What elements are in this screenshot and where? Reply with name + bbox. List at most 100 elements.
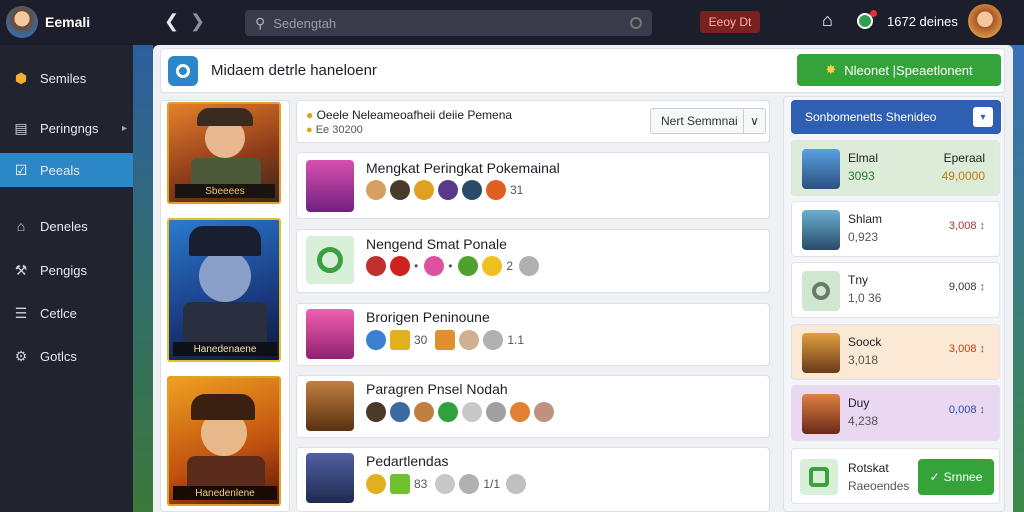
player-value: 0,008 ↕ — [948, 404, 986, 416]
item-icon — [414, 402, 434, 422]
sidebar-item-label: Pengigs — [40, 262, 87, 278]
character-icon — [366, 330, 386, 350]
gem-icon — [424, 256, 445, 276]
player-value: 9,008 ↕ — [948, 281, 985, 293]
item-icon — [459, 330, 480, 350]
chevron-right-icon: ▸ — [121, 122, 127, 134]
bow-icon — [510, 402, 530, 422]
player-sub: 1,0 36 — [848, 291, 882, 305]
home-icon[interactable]: ⌂ — [822, 10, 833, 31]
clock-icon — [506, 474, 527, 494]
primary-action-button[interactable]: ✸ Nleonet |Speaetlonent — [797, 54, 1001, 86]
poster-card[interactable]: Hanedenlene — [167, 376, 281, 506]
poster-card[interactable]: Hanedenaene — [167, 218, 281, 362]
arrow-icon: ↕ — [979, 343, 986, 355]
sidebar-item-peringngs[interactable]: ▤ Peringngs ▸ — [0, 111, 133, 145]
profile-avatar[interactable] — [968, 4, 1002, 38]
primary-action-label: Nleonet |Speaetlonent — [844, 62, 973, 78]
cross-icon — [390, 402, 410, 422]
status-badge[interactable]: Eeoy Dt — [700, 11, 760, 33]
chevron-down-icon: ▾ — [973, 107, 993, 127]
search-icon: ⚲ — [255, 14, 266, 31]
sort-select[interactable]: Nert Semmnai ∨ — [650, 108, 766, 134]
forward-arrow-icon[interactable]: ❯ — [190, 11, 205, 32]
filter-title: ● Oeele Neleameoafheii deiie Pemena — [306, 108, 512, 122]
confirm-button[interactable]: ✓ Srnnee — [918, 459, 994, 495]
check-icon: ☑ — [14, 161, 28, 178]
row-title: Mengkat Peringkat Pokemainal — [366, 160, 560, 176]
coin-icon: ⬢ — [14, 69, 28, 86]
cross-icon — [486, 180, 506, 200]
sort-select-value: Nert Semmnai — [661, 114, 738, 128]
sidebar-item-cetlce[interactable]: ☰ Cetlce — [0, 296, 133, 330]
player-avatar — [802, 394, 840, 434]
player-avatar — [802, 333, 840, 373]
row-thumbnail — [306, 309, 354, 359]
clear-icon[interactable] — [630, 17, 642, 29]
action-card: Rotskat Raeoendes ✓ Srnnee — [791, 448, 1000, 504]
background-art — [133, 45, 153, 512]
heart-icon — [390, 256, 410, 276]
confirm-button-label: Srnnee — [943, 470, 983, 484]
item-icon — [435, 474, 456, 494]
row-icons — [366, 402, 558, 422]
leaderboard-card[interactable]: Soock 3,018 3,008 ↕ — [791, 324, 1000, 380]
flower-icon — [486, 402, 506, 422]
action-card-sub: Raeoendes — [848, 479, 910, 493]
leaderboard-card[interactable]: Elmal 3093 Eperaal 49,0000 — [791, 140, 1000, 196]
sidebar-item-pengigs[interactable]: ⚒ Pengigs — [0, 253, 133, 287]
clock-icon — [534, 402, 554, 422]
action-card-title: Rotskat — [848, 461, 889, 475]
sidebar-item-deneles[interactable]: ⌂ Deneles — [0, 209, 133, 243]
search-bar[interactable]: ⚲ Sedengtah — [245, 10, 652, 36]
character-icon — [366, 180, 386, 200]
list-icon: ☰ — [14, 304, 28, 321]
row-icons: 83 1/1 — [366, 474, 530, 494]
arrow-icon: ↕ — [979, 220, 986, 232]
character-icon — [462, 180, 482, 200]
player-sub: 3,018 — [848, 353, 879, 367]
row-icons: 31 — [366, 180, 523, 200]
app-logo-icon — [168, 56, 198, 86]
coin-icon — [438, 402, 458, 422]
gem-icon — [390, 474, 410, 494]
sidebar-item-label: Peeals — [40, 162, 80, 178]
settings-icon: ⚙ — [14, 347, 28, 364]
player-name: Soock — [848, 335, 882, 349]
sidebar-item-peeals[interactable]: ☑ Peeals — [0, 153, 133, 187]
sidebar-item-label: Peringngs — [40, 120, 99, 136]
sidebar-item-gotlcs[interactable]: ⚙ Gotlcs — [0, 339, 133, 373]
chevron-down-icon: ∨ — [743, 109, 765, 133]
bar-icon — [462, 402, 482, 422]
row-count: 2 — [506, 259, 514, 273]
page-title: Midaem detrle haneloenr — [211, 62, 377, 79]
leaderboard-card[interactable]: Shlam 0,923 3,008 ↕ — [791, 201, 1000, 257]
arrow-icon: ↕ — [979, 404, 986, 416]
leaderboard-card[interactable]: Duy 4,238 0,008 ↕ — [791, 385, 1000, 441]
poster-label: Hanedenlene — [173, 486, 277, 500]
row-title: Pedartlendas — [366, 453, 449, 469]
row-title: Nengend Smat Ponale — [366, 236, 507, 252]
leaf-icon — [458, 256, 479, 276]
poster-label: Sbeeees — [175, 184, 275, 198]
box-icon — [435, 330, 456, 350]
row-title: Paragren Pnsel Nodah — [366, 381, 508, 397]
back-arrow-icon[interactable]: ❮ — [164, 11, 179, 32]
sidebar-item-semiles[interactable]: ⬢ Semiles — [0, 61, 133, 95]
row-count: 1/1 — [483, 477, 501, 491]
search-input[interactable]: Sedengtah — [273, 16, 336, 31]
character-icon — [366, 402, 386, 422]
clock-icon — [459, 474, 480, 494]
row-thumbnail — [306, 381, 354, 431]
poster-card[interactable]: Sbeeees — [167, 102, 281, 204]
row-extra: 83 — [414, 477, 428, 491]
folder-icon: ▤ — [14, 119, 28, 136]
coin-icon: ● — [306, 124, 316, 136]
avatar[interactable] — [6, 6, 38, 38]
player-avatar — [802, 149, 840, 189]
player-sub: 0,923 — [848, 230, 879, 244]
category-dropdown[interactable]: Sonbomenetts Shenideo ▾ — [791, 100, 1001, 134]
coin-icon — [366, 474, 386, 494]
player-avatar — [802, 210, 840, 250]
leaderboard-card[interactable]: Tny 1,0 36 9,008 ↕ — [791, 262, 1000, 318]
